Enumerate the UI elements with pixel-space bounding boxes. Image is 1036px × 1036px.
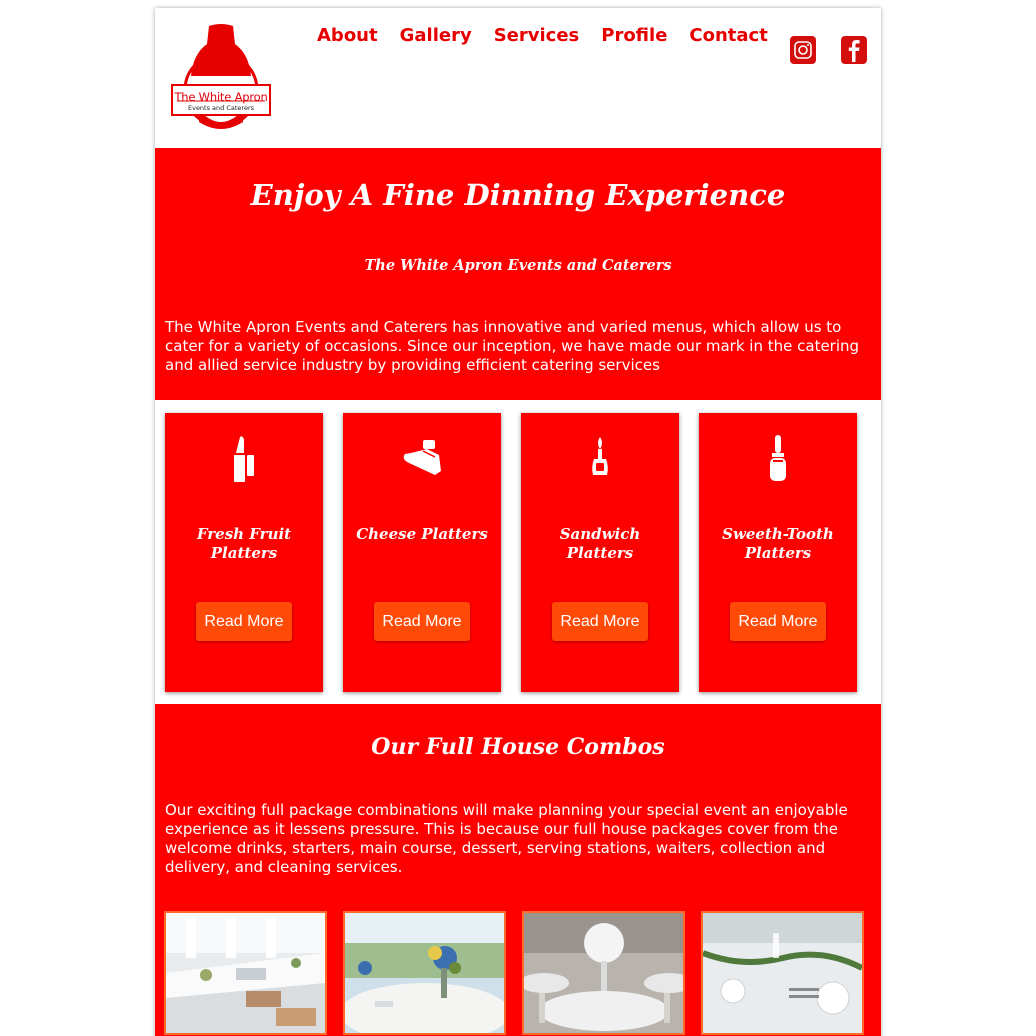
combos-title: Our Full House Combos bbox=[371, 734, 665, 760]
card-title: Sweeth-Tooth Platters bbox=[722, 525, 834, 562]
nav-profile[interactable]: Profile bbox=[601, 25, 667, 46]
hero-description: The White Apron Events and Caterers has … bbox=[165, 318, 860, 374]
services-cards: Fresh Fruit Platters Read More Cheese Pl… bbox=[155, 400, 881, 704]
bottle-icon bbox=[343, 435, 501, 485]
nail-polish-icon bbox=[699, 435, 857, 485]
logo-line-1: The White Apron bbox=[174, 90, 268, 104]
read-more-button[interactable]: Read More bbox=[374, 602, 470, 641]
card-fresh-fruit: Fresh Fruit Platters Read More bbox=[165, 413, 323, 692]
card-cheese: Cheese Platters Read More bbox=[343, 413, 501, 692]
nav-gallery[interactable]: Gallery bbox=[400, 25, 472, 46]
page: The White Apron Events and Caterers Abou… bbox=[155, 8, 881, 1036]
perfume-icon bbox=[521, 435, 679, 485]
read-more-button[interactable]: Read More bbox=[730, 602, 826, 641]
combos-section: Our Full House Combos Our exciting full … bbox=[155, 704, 881, 1036]
apron-logo-icon bbox=[171, 24, 271, 129]
lipstick-icon bbox=[165, 435, 323, 485]
combo-photo-banquet[interactable] bbox=[522, 911, 685, 1035]
combo-photo-table-setting[interactable] bbox=[701, 911, 864, 1035]
header: The White Apron Events and Caterers Abou… bbox=[155, 8, 881, 148]
read-more-button[interactable]: Read More bbox=[196, 602, 292, 641]
card-sweet-tooth: Sweeth-Tooth Platters Read More bbox=[699, 413, 857, 692]
nav-about[interactable]: About bbox=[317, 25, 378, 46]
card-sandwich: Sandwich Platters Read More bbox=[521, 413, 679, 692]
hero-section: Enjoy A Fine Dinning Experience The Whit… bbox=[155, 148, 881, 400]
combo-photo-buffet[interactable] bbox=[164, 911, 327, 1035]
instagram-icon[interactable] bbox=[790, 36, 816, 64]
main-nav: About Gallery Services Profile Contact bbox=[317, 25, 790, 46]
card-title: Sandwich Platters bbox=[559, 525, 641, 562]
nav-contact[interactable]: Contact bbox=[689, 25, 767, 46]
combo-photo-garden-table[interactable] bbox=[343, 911, 506, 1035]
facebook-icon[interactable] bbox=[841, 36, 867, 64]
combos-description: Our exciting full package combinations w… bbox=[165, 801, 848, 876]
card-title: Cheese Platters bbox=[356, 525, 488, 543]
card-title: Fresh Fruit Platters bbox=[196, 525, 292, 562]
logo-line-2: Events and Caterers bbox=[187, 104, 255, 112]
nav-services[interactable]: Services bbox=[494, 25, 580, 46]
hero-title: Enjoy A Fine Dinning Experience bbox=[250, 178, 786, 212]
hero-subtitle: The White Apron Events and Caterers bbox=[364, 257, 672, 274]
logo[interactable]: The White Apron Events and Caterers bbox=[169, 24, 273, 132]
read-more-button[interactable]: Read More bbox=[552, 602, 648, 641]
